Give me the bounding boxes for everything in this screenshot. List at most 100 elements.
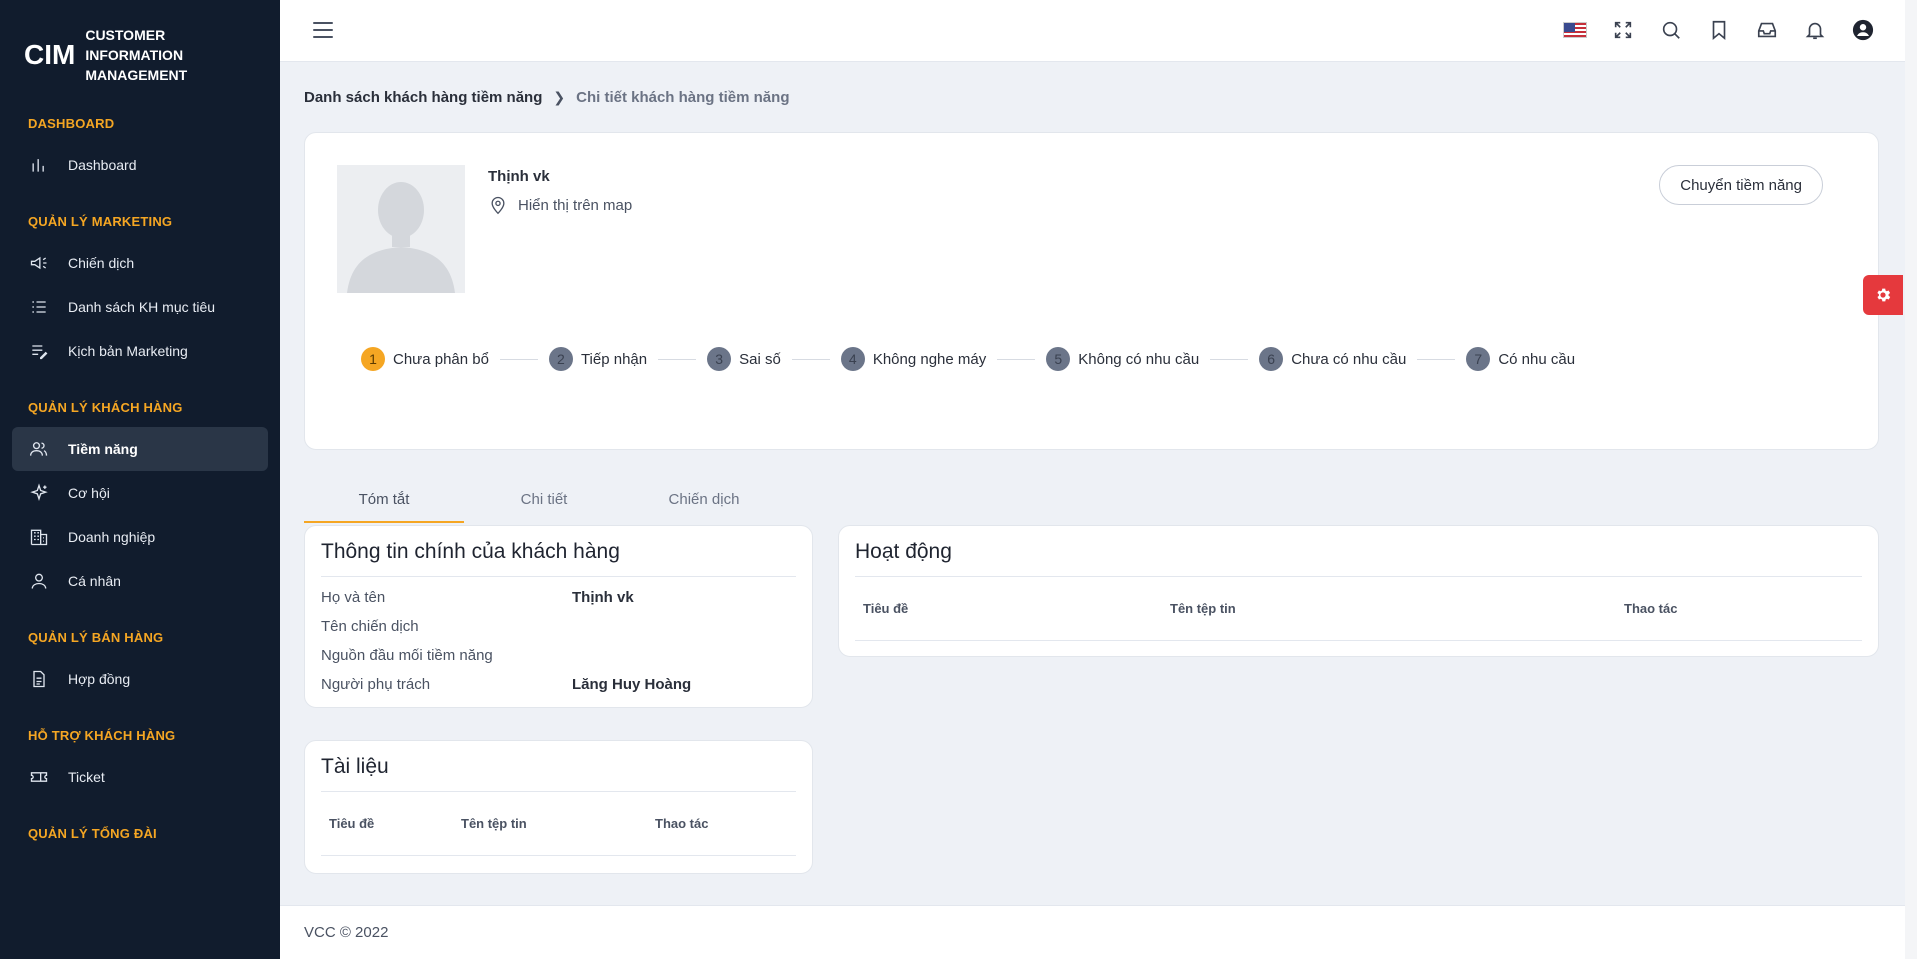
users-icon (28, 438, 50, 460)
step-connector (1210, 358, 1249, 360)
step-connector (997, 358, 1036, 360)
logo-text: CUSTOMER INFORMATION MANAGEMENT (85, 27, 188, 83)
user-icon (28, 570, 50, 592)
sidebar-item-enterprises[interactable]: Doanh nghiệp (12, 515, 268, 559)
customer-info-panel: Thông tin chính của khách hàng Họ và tên… (304, 525, 813, 708)
sidebar-item-label: Doanh nghiệp (68, 529, 156, 545)
tab-campaigns[interactable]: Chiến dịch (624, 484, 784, 523)
sidebar-item-label: Chiến dịch (68, 255, 135, 271)
sidebar-item-label: Hợp đồng (68, 671, 131, 687)
map-link-label: Hiển thị trên map (518, 196, 633, 214)
section-title-customers: QUẢN LÝ KHÁCH HÀNG (28, 400, 183, 415)
step-4[interactable]: 4 Không nghe máy (840, 347, 986, 371)
section-title-sales: QUẢN LÝ BÁN HÀNG (28, 630, 164, 645)
sidebar-item-leads[interactable]: Tiềm năng (12, 427, 268, 471)
avatar (337, 165, 465, 293)
column-header[interactable]: Tiêu đề (863, 601, 1170, 616)
map-pin-icon (491, 196, 505, 215)
list-icon (28, 296, 50, 318)
column-header[interactable]: Tên tệp tin (1170, 601, 1624, 616)
tab-details[interactable]: Chi tiết (464, 484, 624, 523)
show-on-map-link[interactable]: Hiển thị trên map (488, 195, 632, 215)
step-1[interactable]: 1 Chưa phân bổ (361, 347, 489, 371)
tab-summary[interactable]: Tóm tắt (304, 484, 464, 523)
step-6[interactable]: 6 Chưa có nhu cầu (1259, 347, 1406, 371)
building-icon (28, 526, 50, 548)
sidebar-item-label: Cá nhân (68, 573, 121, 589)
breadcrumb: Danh sách khách hàng tiềm năng ❯ Chi tiế… (304, 89, 789, 106)
sidebar-item-dashboard[interactable]: Dashboard (12, 143, 268, 187)
step-2[interactable]: 2 Tiếp nhận (548, 347, 647, 371)
sidebar-item-contracts[interactable]: Hợp đồng (12, 657, 268, 701)
document-icon (28, 668, 50, 690)
step-connector (791, 358, 830, 360)
step-5[interactable]: 5 Không có nhu cầu (1046, 347, 1199, 371)
status-stepper: 1 Chưa phân bổ 2 Tiếp nhận 3 Sai số 4 Không … (361, 347, 1575, 371)
sidebar-item-label: Cơ hội (68, 485, 110, 501)
section-title-switchboard: QUẢN LÝ TỔNG ĐÀI (28, 826, 157, 841)
sparkle-icon (28, 482, 50, 504)
bell-icon[interactable] (1803, 18, 1827, 42)
section-title-marketing: QUẢN LÝ MARKETING (28, 214, 173, 229)
step-connector (1417, 358, 1456, 360)
footer: VCC © 2022 (280, 905, 1905, 959)
documents-table-header: Tiêu đề Tên tệp tin Thao tác (321, 792, 796, 856)
page-scrollbar[interactable] (1905, 0, 1917, 959)
edit-list-icon (28, 340, 50, 362)
menu-toggle-icon[interactable] (313, 22, 333, 38)
inbox-icon[interactable] (1755, 18, 1779, 42)
section-title-support: HỖ TRỢ KHÁCH HÀNG (28, 728, 176, 743)
panel-title: Tài liệu (321, 755, 389, 778)
step-connector (658, 358, 697, 360)
sidebar-item-label: Kịch bản Marketing (68, 343, 188, 359)
us-flag-icon[interactable] (1563, 18, 1587, 42)
section-title-dashboard: DASHBOARD (28, 116, 115, 131)
sidebar-item-campaigns[interactable]: Chiến dịch (12, 241, 268, 285)
info-row: Họ và tên Thịnh vk (321, 589, 634, 606)
column-header[interactable]: Tên tệp tin (461, 816, 655, 831)
topbar (280, 0, 1905, 62)
step-connector (499, 358, 538, 360)
detail-tabs: Tóm tắt Chi tiết Chiến dịch (304, 484, 784, 523)
search-icon[interactable] (1659, 18, 1683, 42)
profile-card: Thịnh vk Hiển thị trên map Chuyển tiềm n… (304, 132, 1879, 450)
customer-name: Thịnh vk (488, 168, 550, 185)
convert-lead-button[interactable]: Chuyển tiềm năng (1659, 165, 1823, 205)
app-logo[interactable]: CIM CUSTOMER INFORMATION MANAGEMENT (0, 0, 280, 100)
step-3[interactable]: 3 Sai số (707, 347, 781, 371)
sidebar-item-ticket[interactable]: Ticket (12, 755, 268, 799)
info-row: Nguồn đầu mối tiềm năng (321, 647, 493, 664)
sidebar-item-label: Danh sách KH mục tiêu (68, 299, 216, 315)
activity-panel: Hoạt động Tiêu đề Tên tệp tin Thao tác (838, 525, 1879, 657)
info-row: Người phụ trách Lăng Huy Hoàng (321, 676, 692, 693)
activity-table-header: Tiêu đề Tên tệp tin Thao tác (855, 577, 1862, 641)
column-header: Thao tác (655, 816, 709, 831)
gear-icon (1877, 288, 1891, 302)
bar-chart-icon (28, 154, 50, 176)
sidebar-item-label: Dashboard (68, 157, 137, 173)
panel-title: Thông tin chính của khách hàng (321, 540, 620, 563)
megaphone-icon (28, 252, 50, 274)
copyright: VCC © 2022 (304, 924, 389, 941)
sidebar-item-label: Ticket (68, 769, 105, 785)
column-header: Thao tác (1624, 601, 1678, 616)
documents-panel: Tài liệu Tiêu đề Tên tệp tin Thao tác (304, 740, 813, 874)
info-row: Tên chiến dịch (321, 618, 419, 635)
sidebar-item-marketing-scripts[interactable]: Kịch bản Marketing (12, 329, 268, 373)
panel-title: Hoạt động (855, 540, 952, 563)
step-7[interactable]: 7 Có nhu cầu (1466, 347, 1575, 371)
account-icon[interactable] (1851, 18, 1875, 42)
sidebar-item-target-list[interactable]: Danh sách KH mục tiêu (12, 285, 268, 329)
sidebar: CIM CUSTOMER INFORMATION MANAGEMENT DASH… (0, 0, 280, 959)
sidebar-item-label: Tiềm năng (68, 441, 138, 457)
chevron-right-icon: ❯ (553, 89, 566, 105)
column-header[interactable]: Tiêu đề (329, 816, 461, 831)
settings-button[interactable] (1863, 275, 1903, 315)
breadcrumb-current: Chi tiết khách hàng tiềm năng (576, 89, 790, 106)
bookmark-icon[interactable] (1707, 18, 1731, 42)
sidebar-item-individuals[interactable]: Cá nhân (12, 559, 268, 603)
ticket-icon (28, 766, 50, 788)
sidebar-item-opportunities[interactable]: Cơ hội (12, 471, 268, 515)
breadcrumb-leads-list[interactable]: Danh sách khách hàng tiềm năng (304, 89, 542, 106)
fullscreen-icon[interactable] (1611, 18, 1635, 42)
